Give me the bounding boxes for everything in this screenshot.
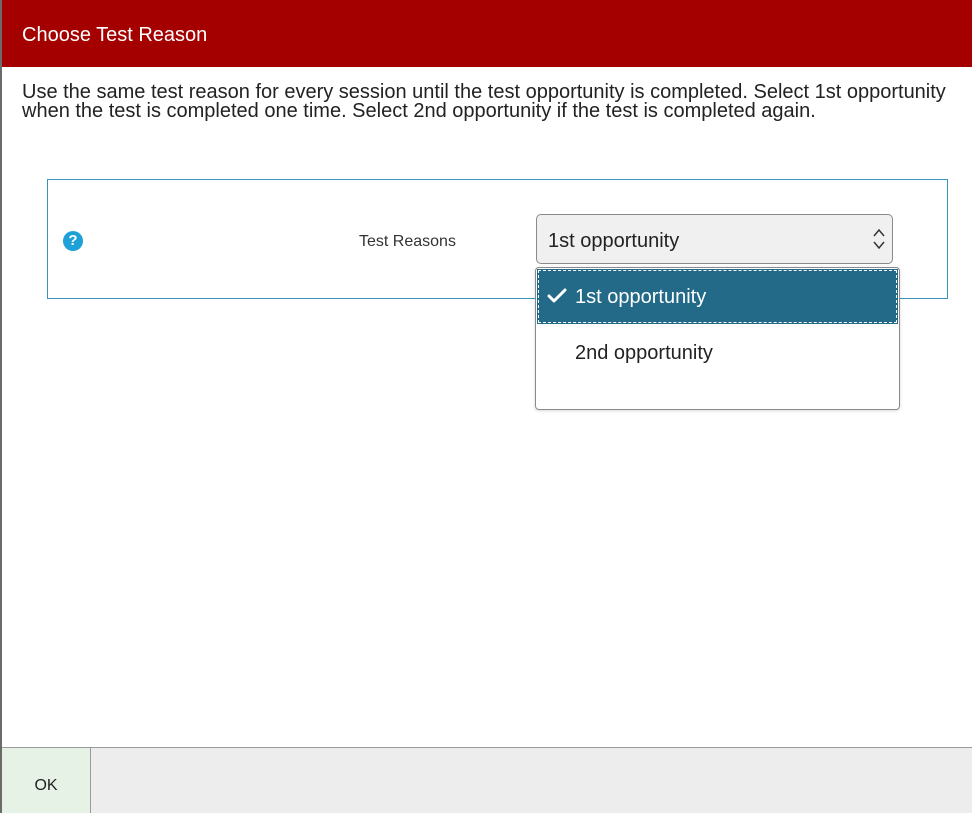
- question-icon-glyph: ?: [68, 232, 78, 249]
- question-icon[interactable]: ?: [63, 231, 83, 251]
- chevron-up-down-icon: [873, 228, 885, 250]
- option-1st-opportunity[interactable]: 1st opportunity: [537, 269, 898, 324]
- test-reasons-label: Test Reasons: [359, 233, 456, 250]
- test-reasons-select[interactable]: 1st opportunity: [536, 214, 893, 264]
- select-current-value: 1st opportunity: [548, 230, 680, 252]
- test-reasons-dropdown: 1st opportunity 2nd opportunity: [535, 267, 900, 410]
- instructions-text: Use the same test reason for every sessi…: [22, 81, 946, 122]
- option-label: 2nd opportunity: [575, 342, 713, 364]
- checkmark-icon: [547, 288, 567, 303]
- dialog-title: Choose Test Reason: [22, 24, 208, 46]
- ok-button[interactable]: OK: [2, 748, 91, 813]
- dialog-footer: OK: [2, 747, 972, 813]
- choose-test-reason-dialog: Choose Test Reason Use the same test rea…: [0, 0, 972, 813]
- dialog-title-bar: Choose Test Reason: [2, 0, 972, 67]
- option-2nd-opportunity[interactable]: 2nd opportunity: [537, 325, 898, 380]
- ok-button-label: OK: [34, 777, 58, 794]
- option-label: 1st opportunity: [575, 286, 707, 308]
